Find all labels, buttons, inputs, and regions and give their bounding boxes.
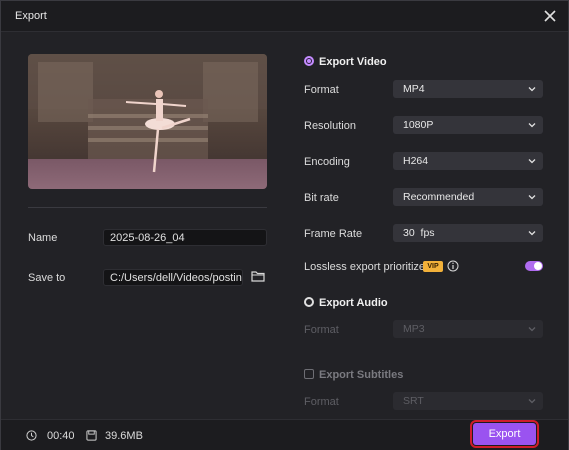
export-button[interactable]: Export [470,420,539,448]
framerate-select[interactable]: 30 fps [393,224,543,242]
name-input[interactable]: 2025-08-26_04 [103,229,267,246]
resolution-label: Resolution [304,120,356,132]
audio-format-label: Format [304,324,339,336]
export-audio-label: Export Audio [319,297,388,309]
export-audio-radio[interactable] [304,297,314,307]
export-video-label: Export Video [319,56,387,68]
file-size-text: 39.6MB [105,430,143,442]
export-subtitles-label: Export Subtitles [319,369,404,381]
clock-icon [26,430,37,441]
left-divider [28,207,267,208]
encoding-label: Encoding [304,156,350,168]
format-value: MP4 [403,83,425,95]
chevron-down-icon [528,195,536,200]
audio-format-select: MP3 [393,320,543,338]
subtitle-format-select: SRT [393,392,543,410]
bitrate-label: Bit rate [304,192,339,204]
framerate-unit: fps [420,227,435,239]
folder-icon[interactable] [251,269,265,283]
export-dialog: Export Name 2025-08-26_04 Save to C:/Use… [0,0,569,450]
subtitle-format-value: SRT [403,395,424,407]
resolution-select[interactable]: 1080P [393,116,543,134]
format-label: Format [304,84,339,96]
format-select[interactable]: MP4 [393,80,543,98]
export-subtitles-checkbox [304,369,314,379]
vip-badge: VIP [423,261,443,272]
save-to-label: Save to [28,272,66,284]
close-icon[interactable] [542,8,558,24]
framerate-label: Frame Rate [304,228,363,240]
chevron-down-icon [528,327,536,332]
video-preview [28,54,267,189]
resolution-value: 1080P [403,119,434,131]
info-icon[interactable] [447,260,459,272]
save-icon [86,430,97,441]
name-label: Name [28,232,58,244]
window-title: Export [15,10,47,22]
title-bar: Export [1,1,568,31]
chevron-down-icon [528,399,536,404]
duration-text: 00:40 [47,430,75,442]
audio-format-value: MP3 [403,323,425,335]
save-path-input[interactable]: C:/Users/dell/Videos/posting [103,269,243,286]
lossless-label: Lossless export prioritized [304,261,432,273]
chevron-down-icon [528,87,536,92]
encoding-select[interactable]: H264 [393,152,543,170]
bitrate-value: Recommended [403,191,475,203]
lossless-toggle[interactable] [525,261,543,271]
chevron-down-icon [528,123,536,128]
bitrate-select[interactable]: Recommended [393,188,543,206]
export-video-radio[interactable] [304,56,314,66]
subtitle-format-label: Format [304,396,339,408]
chevron-down-icon [528,231,536,236]
framerate-value: 30 [403,227,415,239]
chevron-down-icon [528,159,536,164]
title-divider [1,31,568,32]
encoding-value: H264 [403,155,429,167]
